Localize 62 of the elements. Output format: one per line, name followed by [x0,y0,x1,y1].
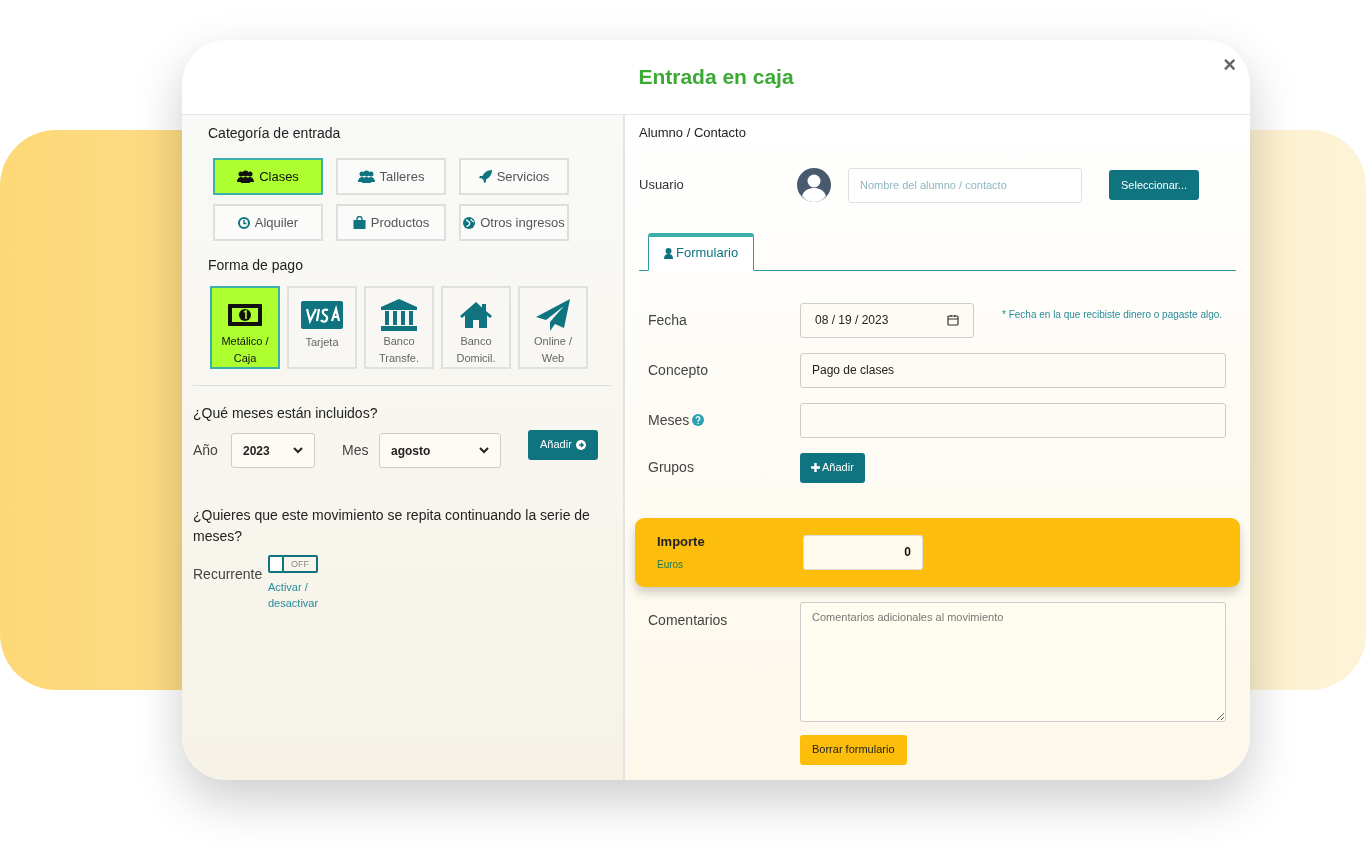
hint-text: * Fecha en la que recibiste dinero o pagaste algo. [1002,307,1223,322]
close-button[interactable]: × [1223,54,1236,76]
field-label: Meses [648,409,800,431]
rocket-icon [478,170,492,183]
question-text: ¿Quieres que este movimiento se repita continuando la serie de meses? [193,506,591,546]
field-label: Año [193,441,219,460]
category-button[interactable]: Servicios [459,158,569,195]
paper-plane-icon [536,298,570,331]
question-text: ¿Qué meses están incluidos? [193,404,379,423]
category-button[interactable]: Otros ingresos [459,204,569,241]
amount-title: Importe [657,533,706,552]
text-field[interactable]: Pago de clases [800,352,1226,388]
avatar-icon [797,168,831,202]
field-label: Recurrente [193,565,264,584]
field-label: Fecha [648,310,688,330]
hint-text: Activar / desactivar [268,580,320,611]
clock-icon [237,216,250,229]
category-button[interactable]: Productos [336,204,446,241]
payment-button[interactable]: Banco Transfe. [364,286,434,369]
toggle-switch[interactable]: OFF [268,555,318,573]
payment-button[interactable]: Tarjeta [287,286,357,369]
field-label: Concepto [648,360,709,380]
field-label: Mes [342,441,370,460]
category-button[interactable]: Alquiler [213,204,323,241]
tab[interactable]: Formulario [648,232,755,271]
reset-button[interactable]: Borrar formulario [800,734,907,765]
select-field[interactable]: agosto [379,433,501,468]
payment-button[interactable]: Banco Domicil. [441,286,511,369]
plus-icon [811,463,820,472]
globe-icon [463,216,476,229]
people-icon [357,170,375,183]
section-title: Forma de pago [208,256,304,275]
name-field[interactable]: Nombre del alumno / contacto [848,167,1082,203]
comments-field[interactable]: Comentarios adicionales al movimiento [800,601,1226,722]
window-title: Entrada en caja [638,64,794,91]
date-field[interactable]: 08 / 19 / 2023 [800,302,974,338]
section-title: Alumno / Contacto [639,124,747,142]
shopping-bag-icon [352,216,366,229]
payment-button[interactable]: Online / Web [518,286,588,369]
field-label: Usuario [639,176,685,195]
arrow-circle-icon [575,439,586,450]
text-field[interactable] [800,402,1226,438]
select-field[interactable]: 2023 [231,433,315,468]
currency-label: Euros [657,557,685,572]
section-title: Categoría de entrada [208,124,342,143]
help-icon [692,414,705,426]
payment-button[interactable]: Metálico / Caja [210,286,280,369]
person-icon [664,247,673,259]
card-icon [301,298,343,332]
add-button[interactable]: Añadir [528,429,598,460]
category-button[interactable]: Talleres [336,158,446,195]
add-button[interactable]: Añadir [800,452,865,483]
people-icon [237,170,255,183]
field-label: Grupos [648,458,695,477]
field-label: Comentarios [648,610,729,630]
bank-icon [381,298,417,331]
category-button[interactable]: Clases [213,158,323,195]
amount-field[interactable]: 0 [803,534,923,570]
chevron-down-icon [479,447,489,454]
select-button[interactable]: Seleccionar... [1109,170,1200,200]
calendar-icon [947,314,959,326]
chevron-down-icon [293,447,303,454]
